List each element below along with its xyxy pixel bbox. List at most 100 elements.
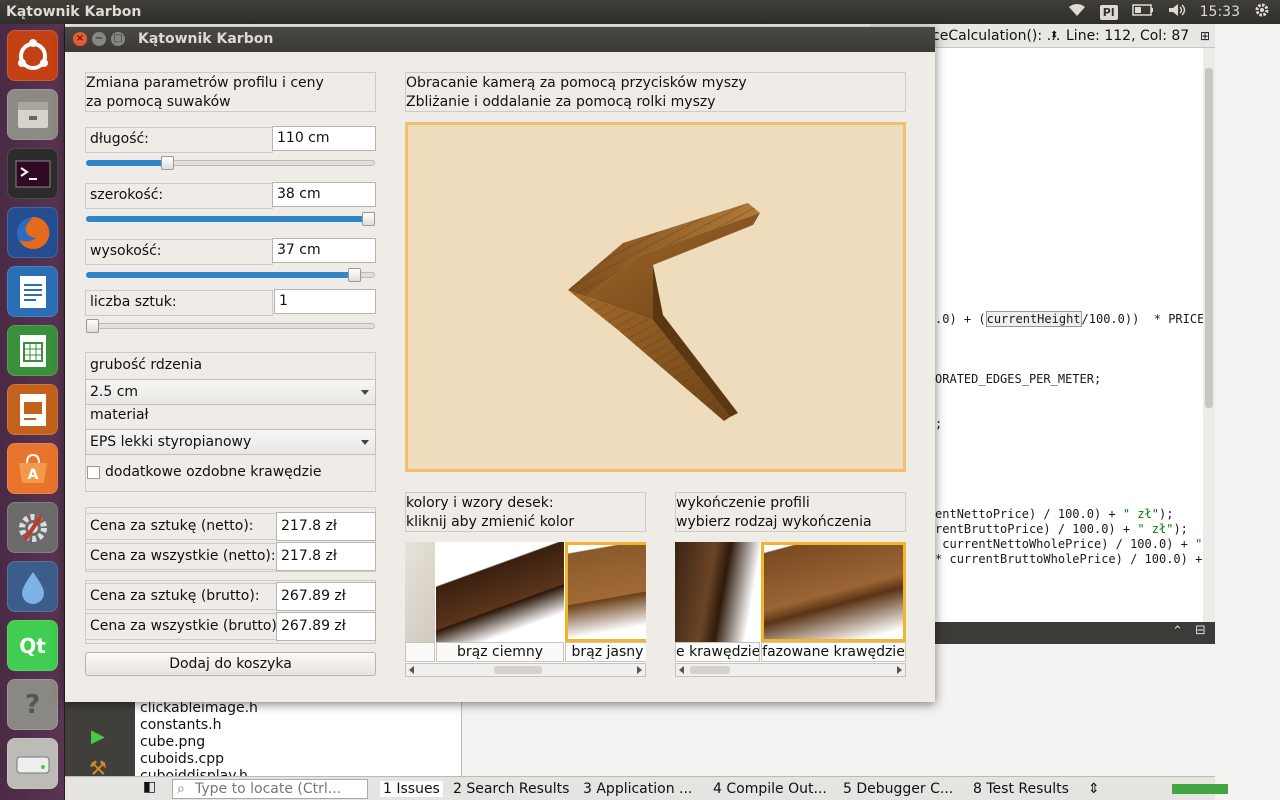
clock[interactable]: 15:33 bbox=[1200, 4, 1240, 20]
param-slider[interactable] bbox=[86, 156, 375, 170]
file-list-item[interactable]: clickableimage.h bbox=[140, 700, 258, 716]
editor-scroll-thumb[interactable] bbox=[1205, 68, 1213, 408]
param-label: liczba sztuk: bbox=[90, 294, 177, 310]
output-tab[interactable]: 3 Application ... bbox=[583, 781, 692, 797]
slider-handle[interactable] bbox=[160, 156, 174, 170]
libreoffice-calc-icon[interactable] bbox=[7, 325, 58, 376]
volume-icon[interactable] bbox=[1168, 3, 1186, 21]
color-tile-caption bbox=[405, 642, 435, 662]
param-value-field[interactable]: 1 bbox=[274, 289, 376, 314]
maximize-pane-icon[interactable]: ⌃ bbox=[1172, 624, 1183, 639]
firefox-icon[interactable] bbox=[7, 207, 58, 258]
toggle-sidebar-icon[interactable]: ◧ bbox=[143, 779, 156, 795]
unity-launcher: A Qt ? bbox=[0, 24, 65, 800]
software-center-icon[interactable]: A bbox=[7, 443, 58, 494]
param-label: szerokość: bbox=[90, 187, 164, 203]
output-tab[interactable]: 8 Test Results bbox=[973, 781, 1069, 797]
split-editor-icon[interactable]: ⊞ bbox=[1200, 29, 1210, 43]
finish-header-box: wykończenie profili wybierz rodzaj wykoń… bbox=[675, 492, 906, 532]
maximize-window-button[interactable]: □ bbox=[111, 32, 125, 46]
dialog-title: Kątownik Karbon bbox=[138, 31, 274, 47]
finish-tile-image bbox=[675, 542, 760, 642]
param-slider[interactable] bbox=[86, 319, 375, 333]
editor-scrollbar[interactable] bbox=[1203, 48, 1215, 628]
price-label: Cena za sztukę (brutto): bbox=[90, 588, 260, 604]
slider-handle[interactable] bbox=[362, 212, 375, 226]
color-tile-brown-dark[interactable]: brąz ciemny bbox=[436, 542, 564, 662]
price-label: Cena za wszystkie (brutto): bbox=[90, 618, 282, 634]
wifi-icon[interactable] bbox=[1068, 3, 1086, 21]
cursor-position: Line: 112, Col: 87 bbox=[1066, 27, 1190, 44]
settings-gear-icon[interactable] bbox=[1254, 2, 1270, 22]
output-tab[interactable]: 4 Compile Out... bbox=[713, 781, 827, 797]
help-icon[interactable]: ? bbox=[7, 679, 58, 730]
scroll-left-icon[interactable] bbox=[409, 666, 414, 674]
param-label: wysokość: bbox=[90, 243, 162, 259]
system-settings-icon[interactable] bbox=[7, 502, 58, 553]
finish-scrollbar[interactable] bbox=[675, 663, 906, 677]
code-token: " bbox=[1195, 537, 1203, 551]
param-label-box: długość: bbox=[85, 127, 273, 153]
colors-header-box: kolory i wzory desek: kliknij aby zmieni… bbox=[405, 492, 646, 532]
file-list-item[interactable]: constants.h bbox=[140, 717, 221, 733]
battery-icon[interactable] bbox=[1131, 4, 1154, 20]
slider-fill bbox=[86, 272, 361, 278]
drop-app-icon[interactable] bbox=[7, 561, 58, 612]
colors-scroll-thumb[interactable] bbox=[494, 666, 542, 674]
tabs-overflow-arrows[interactable]: ⇕ bbox=[1088, 781, 1100, 797]
libreoffice-impress-icon[interactable] bbox=[7, 384, 58, 435]
price-value-field: 267.89 zł bbox=[276, 582, 376, 611]
param-slider[interactable] bbox=[86, 268, 375, 282]
color-tile-white[interactable] bbox=[405, 542, 435, 662]
code-token: ); bbox=[1159, 507, 1174, 521]
ubuntu-dash-icon[interactable] bbox=[7, 30, 58, 81]
scroll-left-icon[interactable] bbox=[679, 666, 684, 674]
output-tab[interactable]: 2 Search Results bbox=[453, 781, 569, 797]
slider-fill bbox=[86, 160, 165, 166]
locator-input[interactable]: ⌕ Type to locate (Ctrl... bbox=[172, 779, 368, 799]
scroll-right-icon[interactable] bbox=[637, 666, 642, 674]
color-tile-caption: brąz ciemny bbox=[436, 642, 564, 662]
minimize-window-button[interactable]: − bbox=[92, 32, 106, 46]
param-slider[interactable] bbox=[86, 212, 375, 226]
decorative-edges-checkbox[interactable] bbox=[87, 466, 100, 479]
price-label-box: Cena za wszystkie (brutto): bbox=[85, 613, 282, 640]
drive-icon[interactable] bbox=[7, 738, 58, 789]
sliders-header-line1: Zmiana parametrów profilu i ceny bbox=[86, 75, 324, 91]
color-tile-caption: brąz jasny bbox=[565, 642, 646, 662]
file-list-item[interactable]: cuboids.cpp bbox=[140, 751, 224, 767]
material-value: EPS lekki styropianowy bbox=[90, 434, 252, 450]
colors-scrollbar[interactable] bbox=[405, 663, 646, 677]
libreoffice-writer-icon[interactable] bbox=[7, 266, 58, 317]
core-thickness-label: grubość rdzenia bbox=[90, 357, 203, 373]
close-pane-icon[interactable]: ⊟ bbox=[1195, 623, 1206, 638]
param-value-field[interactable]: 38 cm bbox=[272, 182, 376, 207]
param-value-field[interactable]: 37 cm bbox=[272, 238, 376, 263]
run-debug-icon[interactable]: ▶ bbox=[91, 726, 105, 747]
color-tile-image bbox=[565, 542, 646, 642]
material-select[interactable]: EPS lekki styropianowy bbox=[85, 429, 376, 455]
slider-handle[interactable] bbox=[348, 268, 362, 282]
finish-scroll-thumb[interactable] bbox=[690, 666, 730, 674]
finish-tile-edges[interactable]: e krawędzie bbox=[675, 542, 760, 662]
finish-header-line1: wykończenie profili bbox=[676, 495, 810, 511]
scroll-right-icon[interactable] bbox=[897, 666, 902, 674]
qt-creator-icon[interactable]: Qt bbox=[7, 620, 58, 671]
3d-profile-viewport[interactable] bbox=[405, 122, 906, 472]
finish-tile-beveled[interactable]: fazowane krawędzie bbox=[761, 542, 906, 662]
files-icon[interactable] bbox=[7, 89, 58, 140]
add-to-cart-button[interactable]: Dodaj do koszyka bbox=[85, 652, 376, 676]
core-thickness-select[interactable]: 2.5 cm bbox=[85, 379, 376, 405]
keyboard-layout-indicator[interactable]: Pl bbox=[1099, 4, 1118, 20]
price-label-box: Cena za sztukę (netto): bbox=[85, 513, 277, 540]
output-tab[interactable]: 1 Issues bbox=[380, 781, 443, 797]
slider-handle[interactable] bbox=[86, 319, 99, 333]
output-tab[interactable]: 5 Debugger C... bbox=[843, 781, 953, 797]
color-tile-brown-light[interactable]: brąz jasny bbox=[565, 542, 646, 662]
file-list-item[interactable]: cube.png bbox=[140, 734, 205, 750]
terminal-icon[interactable] bbox=[7, 148, 58, 199]
close-window-button[interactable]: × bbox=[73, 32, 87, 46]
selector-arrows-icon[interactable]: ⬍ bbox=[1050, 30, 1058, 41]
finish-tile-caption: fazowane krawędzie bbox=[761, 642, 906, 662]
param-value-field[interactable]: 110 cm bbox=[272, 126, 376, 151]
